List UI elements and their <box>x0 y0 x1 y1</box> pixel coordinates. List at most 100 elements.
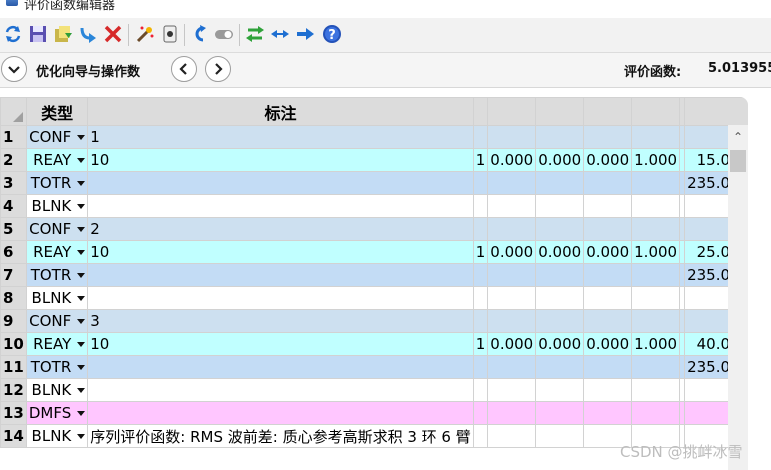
operand-type-dropdown[interactable]: BLNK <box>25 194 89 218</box>
row-number[interactable]: 14 <box>0 424 27 448</box>
operand-type-dropdown[interactable]: CONF <box>25 125 89 149</box>
operand-type-dropdown[interactable]: REAY <box>25 240 89 264</box>
grid-cell[interactable] <box>631 125 681 149</box>
grid-cell[interactable]: 1 <box>472 148 489 172</box>
grid-cell[interactable] <box>472 194 489 218</box>
column-header[interactable] <box>472 97 489 126</box>
operand-type-dropdown[interactable]: CONF <box>25 309 89 333</box>
operand-row[interactable]: 7TOTR235.0001.0000.0000.000 <box>0 263 748 287</box>
column-header[interactable]: 类型 <box>25 97 89 126</box>
operand-type-dropdown[interactable]: TOTR <box>25 263 89 287</box>
grid-cell[interactable] <box>487 378 537 402</box>
row-number[interactable]: 5 <box>0 217 27 241</box>
save-icon[interactable] <box>28 24 48 44</box>
grid-cell[interactable]: 0.000 <box>487 148 537 172</box>
grid-cell[interactable]: 序列评价函数: RMS 波前差: 质心参考高斯求积 3 环 6 臂 <box>87 424 474 448</box>
dropdown-arrow-icon[interactable] <box>77 135 86 140</box>
refresh-icon[interactable] <box>3 24 23 44</box>
grid-cell[interactable] <box>535 263 585 287</box>
grid-cell[interactable] <box>535 378 585 402</box>
operand-row[interactable]: 10REAY1010.0000.0000.0001.00040.0001.000… <box>0 332 748 356</box>
operand-type-dropdown[interactable]: BLNK <box>25 286 89 310</box>
column-header[interactable] <box>684 97 748 126</box>
grid-cell[interactable] <box>472 286 489 310</box>
grid-cell[interactable] <box>631 355 681 379</box>
grid-cell[interactable] <box>583 309 633 333</box>
grid-cell[interactable] <box>472 378 489 402</box>
grid-cell[interactable] <box>472 355 489 379</box>
operand-row[interactable]: 11TOTR235.0001.0000.0000.000 <box>0 355 748 379</box>
grid-cell[interactable] <box>583 194 633 218</box>
next-button[interactable] <box>205 56 231 82</box>
grid-cell[interactable] <box>583 286 633 310</box>
column-header[interactable] <box>487 97 537 126</box>
grid-cell[interactable] <box>631 194 681 218</box>
grid-cell[interactable]: 0.000 <box>487 240 537 264</box>
grid-cell[interactable]: 10 <box>87 240 474 264</box>
swap-icon[interactable] <box>245 24 265 44</box>
grid-cell[interactable]: 0.000 <box>535 332 585 356</box>
insert-icon[interactable] <box>78 24 98 44</box>
grid-cell[interactable] <box>631 378 681 402</box>
open-icon[interactable] <box>53 24 73 44</box>
operand-type-dropdown[interactable]: REAY <box>25 148 89 172</box>
grid-cell[interactable] <box>535 171 585 195</box>
grid-cell[interactable] <box>87 171 474 195</box>
prev-button[interactable] <box>171 56 197 82</box>
row-number[interactable]: 9 <box>0 309 27 333</box>
wizard-icon[interactable] <box>135 24 155 44</box>
scroll-thumb[interactable] <box>730 150 746 172</box>
grid-cell[interactable] <box>487 171 537 195</box>
grid-cell[interactable] <box>583 355 633 379</box>
operand-row[interactable]: 13 DMFS <box>0 401 748 425</box>
dropdown-arrow-icon[interactable] <box>77 388 86 393</box>
row-number[interactable]: 13 <box>0 401 27 425</box>
delete-icon[interactable] <box>103 24 123 44</box>
grid-cell[interactable]: 0.000 <box>583 332 633 356</box>
settings-icon[interactable] <box>160 24 180 44</box>
grid-cell[interactable] <box>487 263 537 287</box>
grid-cell[interactable] <box>487 217 537 241</box>
row-number[interactable]: 6 <box>0 240 27 264</box>
grid-cell[interactable] <box>472 309 489 333</box>
grid-cell[interactable] <box>631 401 681 425</box>
operand-type-dropdown[interactable]: DMFS <box>25 401 89 425</box>
grid-cell[interactable]: 0.000 <box>535 240 585 264</box>
grid-cell[interactable] <box>631 309 681 333</box>
grid-cell[interactable] <box>487 125 537 149</box>
grid-cell[interactable] <box>87 286 474 310</box>
grid-cell[interactable] <box>472 171 489 195</box>
grid-cell[interactable] <box>583 401 633 425</box>
grid-cell[interactable] <box>487 194 537 218</box>
grid-cell[interactable] <box>631 263 681 287</box>
grid-cell[interactable]: 1 <box>87 125 474 149</box>
grid-cell[interactable]: 0.000 <box>583 148 633 172</box>
operand-type-dropdown[interactable]: CONF <box>25 217 89 241</box>
grid-cell[interactable] <box>472 217 489 241</box>
grid-cell[interactable] <box>487 309 537 333</box>
row-number[interactable]: 11 <box>0 355 27 379</box>
grid-cell[interactable]: 0.000 <box>535 148 585 172</box>
row-number[interactable]: 7 <box>0 263 27 287</box>
collapse-button[interactable] <box>1 56 27 82</box>
dropdown-arrow-icon[interactable] <box>77 250 86 255</box>
grid-cell[interactable]: 10 <box>87 332 474 356</box>
grid-cell[interactable] <box>472 424 489 448</box>
grid-cell[interactable] <box>487 401 537 425</box>
grid-cell[interactable] <box>535 401 585 425</box>
grid-cell[interactable]: 2 <box>87 217 474 241</box>
dropdown-arrow-icon[interactable] <box>77 158 86 163</box>
scroll-up-icon[interactable]: ⌃ <box>728 129 748 145</box>
dropdown-arrow-icon[interactable] <box>77 365 86 370</box>
grid-cell[interactable] <box>535 194 585 218</box>
row-number[interactable]: 4 <box>0 194 27 218</box>
dropdown-arrow-icon[interactable] <box>77 273 86 278</box>
operand-row[interactable]: 1 CONF 1 <box>0 125 748 149</box>
operand-row[interactable]: 2REAY1010.0000.0000.0001.00015.0001.0000… <box>0 148 748 172</box>
operand-row[interactable]: 5 CONF 2 <box>0 217 748 241</box>
operand-row[interactable]: 8 BLNK <box>0 286 748 310</box>
operand-type-dropdown[interactable]: BLNK <box>25 424 89 448</box>
grid-cell[interactable] <box>87 355 474 379</box>
row-number[interactable]: 3 <box>0 171 27 195</box>
grid-cell[interactable] <box>472 263 489 287</box>
